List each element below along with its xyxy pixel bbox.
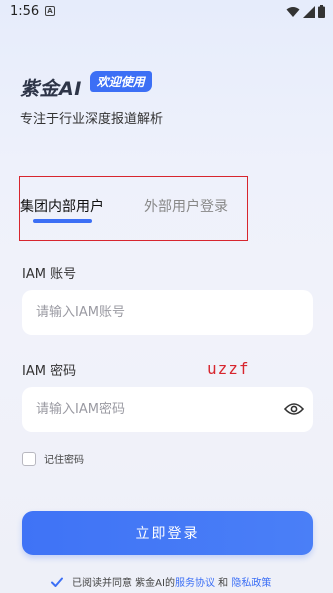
agreement-and: 和 (214, 578, 232, 589)
login-button[interactable]: 立即登录 (22, 511, 313, 555)
wifi-icon (286, 6, 300, 17)
welcome-badge: 欢迎使用 (89, 71, 152, 92)
status-icons (286, 5, 325, 18)
tab-internal-user[interactable]: 集团内部用户 (20, 196, 104, 216)
active-tab-indicator (33, 219, 92, 223)
agreement-prefix: 已阅读并同意 紫金AI的 (72, 578, 175, 589)
agreement-check-icon[interactable] (50, 575, 64, 589)
status-time: 1:56 (10, 4, 40, 19)
account-input[interactable] (22, 290, 313, 335)
remember-label: 记住密码 (44, 455, 84, 466)
app-logo: 紫金AI (20, 78, 82, 100)
password-input[interactable] (22, 387, 313, 432)
remember-password-row[interactable]: 记住密码 (22, 451, 84, 466)
eye-icon[interactable] (284, 402, 304, 416)
brand-header: 紫金AI 欢迎使用 (20, 71, 152, 101)
agreement-row: 已阅读并同意 紫金AI的 服务协议 和 隐私政策 (50, 574, 271, 589)
password-label: IAM 密码 (22, 364, 77, 379)
annotation-text: uzzf (207, 359, 250, 378)
signal-icon (303, 5, 315, 18)
service-agreement-link[interactable]: 服务协议 (175, 574, 215, 589)
privacy-policy-link[interactable]: 隐私政策 (231, 574, 271, 589)
account-label: IAM 账号 (22, 267, 77, 282)
remember-checkbox[interactable] (22, 451, 36, 466)
battery-icon (318, 5, 325, 18)
tab-external-login[interactable]: 外部用户登录 (144, 196, 228, 216)
notification-icon: A (45, 6, 55, 16)
app-subtitle: 专注于行业深度报道解析 (20, 112, 164, 127)
status-bar: 1:56 A (0, 0, 333, 24)
